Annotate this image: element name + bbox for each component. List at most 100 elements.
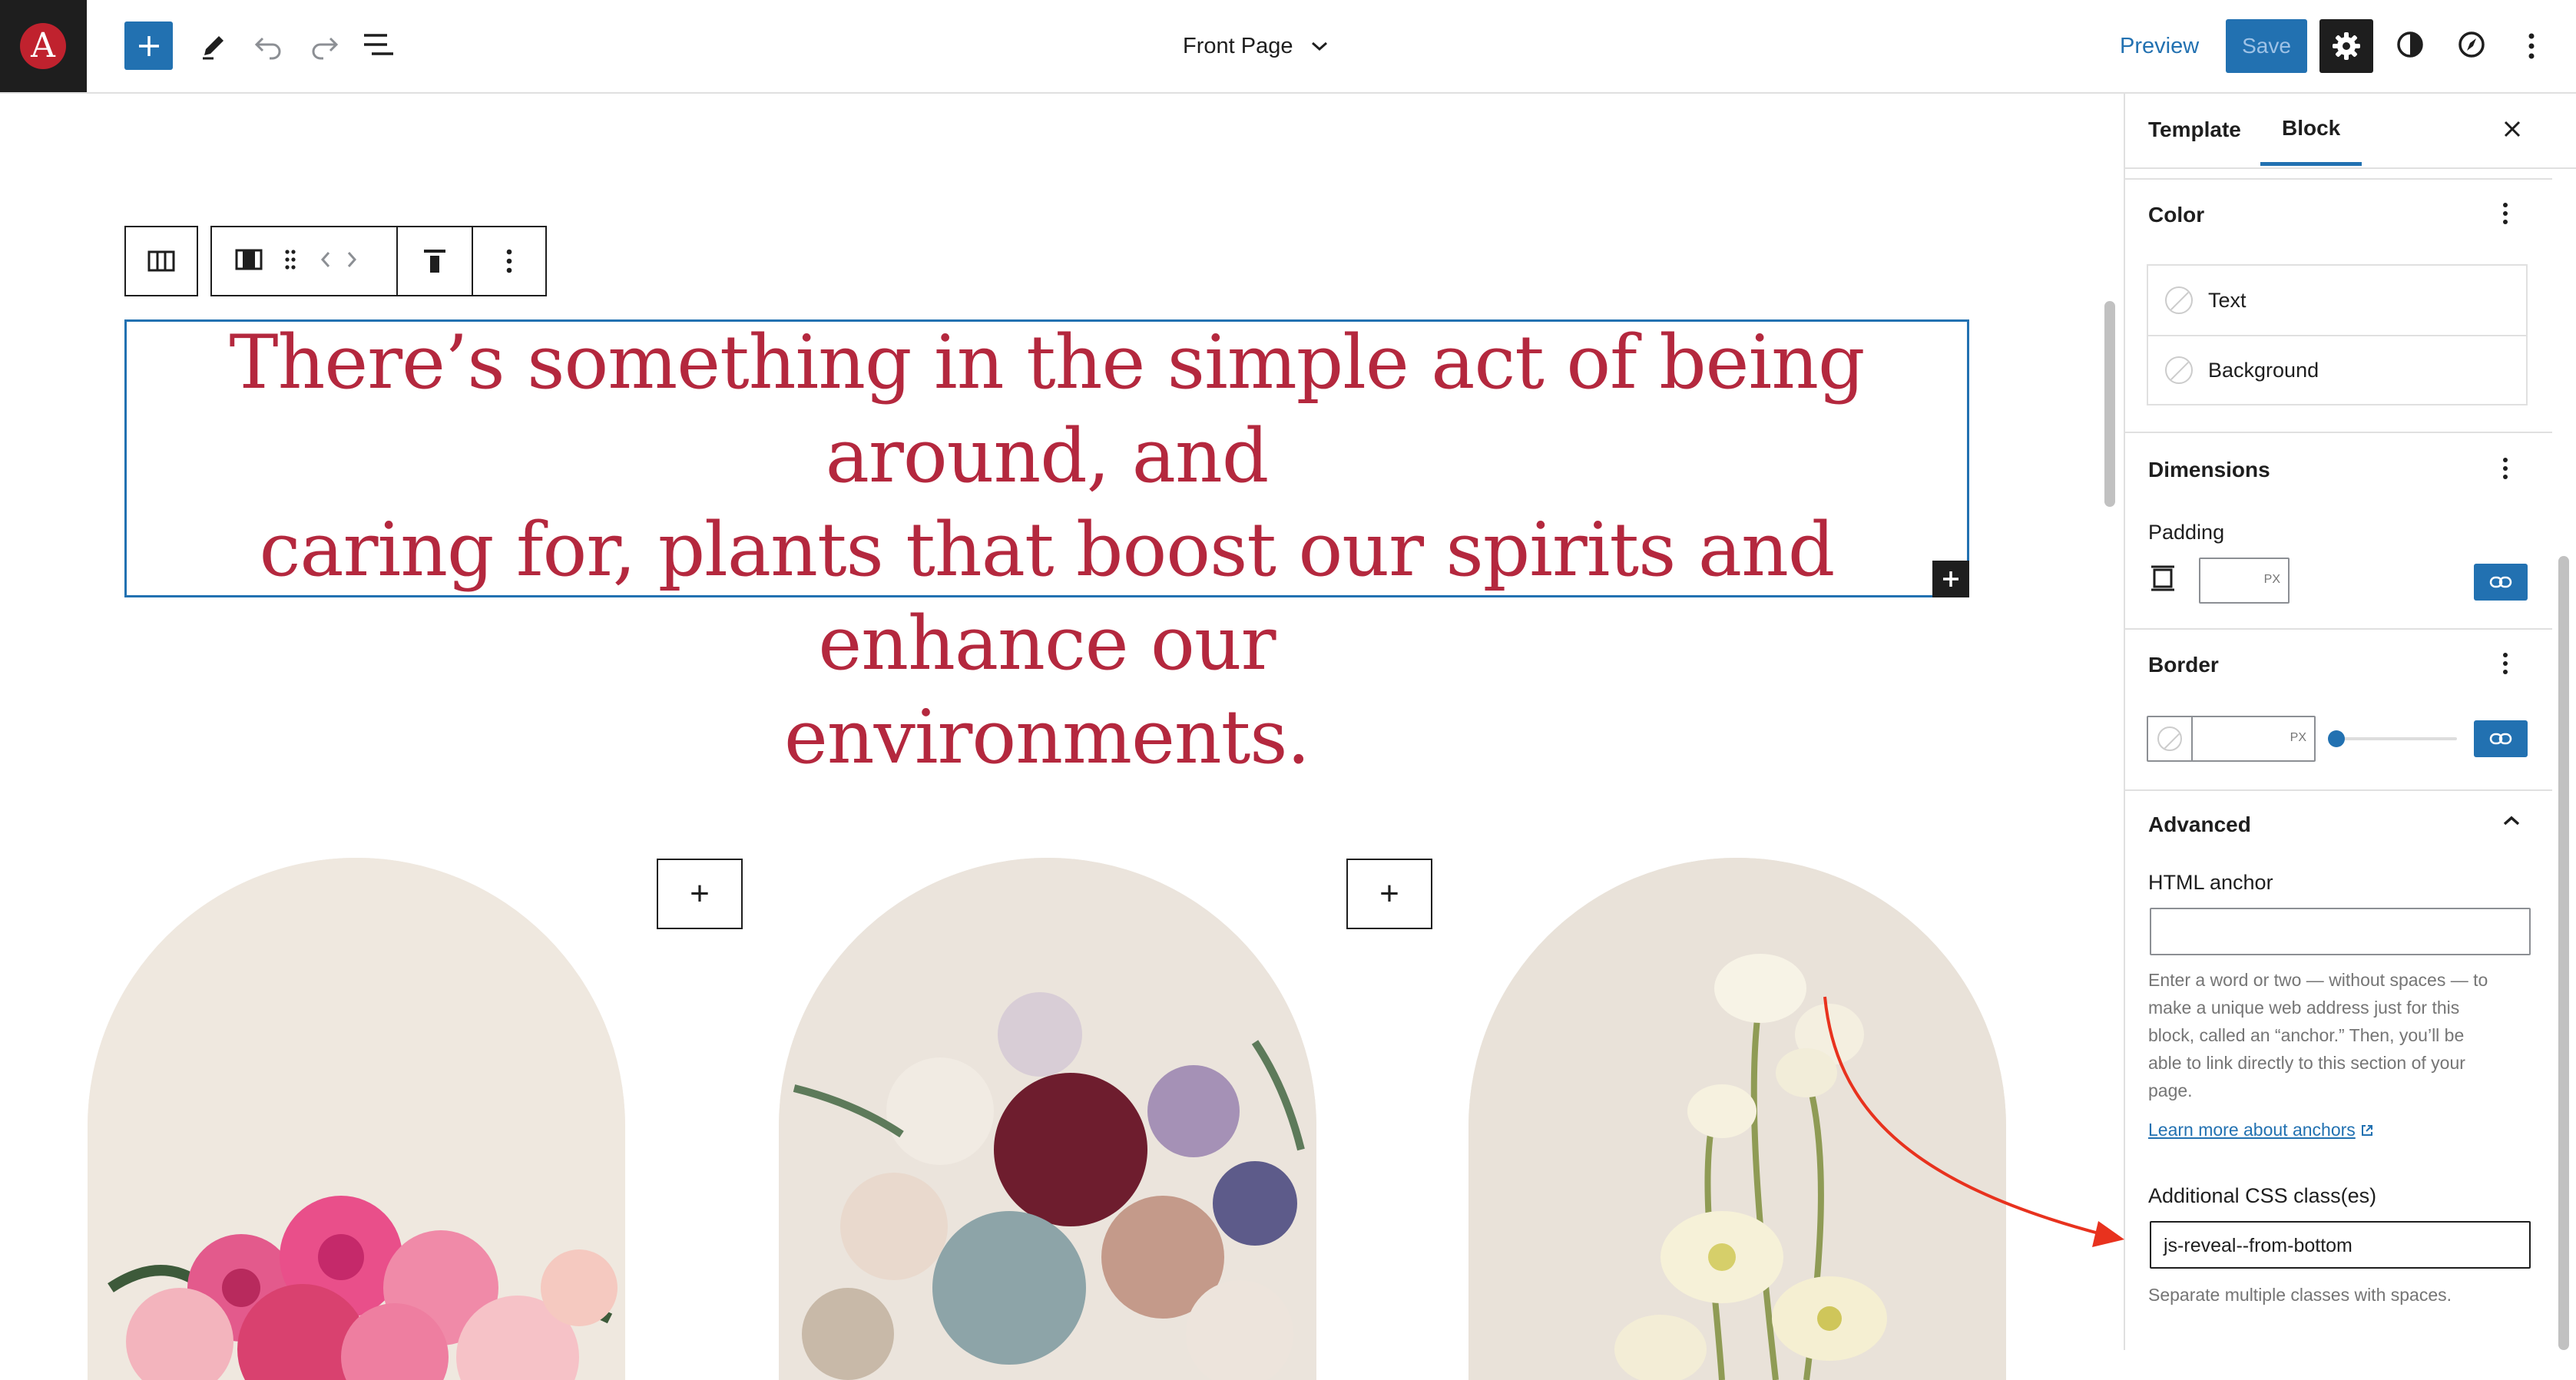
padding-link-button[interactable] xyxy=(2474,564,2528,601)
dimensions-options-button[interactable] xyxy=(2502,456,2509,485)
document-title: Front Page xyxy=(1183,33,1293,58)
empty-swatch-icon xyxy=(2157,726,2182,751)
css-class-help: Separate multiple classes with spaces. xyxy=(2148,1285,2452,1305)
border-radius-slider-thumb[interactable] xyxy=(2328,730,2345,747)
border-link-button[interactable] xyxy=(2474,720,2528,757)
html-anchor-input[interactable] xyxy=(2150,908,2531,955)
empty-swatch-icon xyxy=(2165,286,2193,314)
link-icon xyxy=(2489,576,2512,588)
color-panel-title: Color xyxy=(2148,203,2205,227)
border-unit: PX xyxy=(2290,731,2306,744)
padding-unit: PX xyxy=(2263,573,2280,586)
quick-inserter-button[interactable] xyxy=(1932,561,1969,597)
learn-more-anchors-link[interactable]: Learn more about anchors xyxy=(2148,1120,2374,1140)
advanced-panel-title[interactable]: Advanced xyxy=(2148,812,2251,837)
edit-tools-button[interactable] xyxy=(198,31,229,65)
color-options-button[interactable] xyxy=(2502,201,2509,230)
list-view-button[interactable] xyxy=(363,32,395,62)
border-radius-slider-track[interactable] xyxy=(2328,737,2457,740)
parent-block-button[interactable] xyxy=(124,226,198,296)
plus-icon xyxy=(1943,571,1958,587)
undo-button[interactable] xyxy=(253,32,284,64)
move-buttons[interactable] xyxy=(320,250,358,273)
canvas-scrollbar[interactable] xyxy=(2104,301,2115,507)
anchor-help-text: Enter a word or two — without spaces — t… xyxy=(2148,966,2540,1104)
redo-button[interactable] xyxy=(309,32,339,64)
quote-line: environments. xyxy=(783,694,1310,780)
color-item-text[interactable]: Text xyxy=(2147,264,2528,335)
chevron-up-icon xyxy=(2503,816,2520,826)
help-line: make a unique web address just for this xyxy=(2148,998,2460,1018)
move-arrows-icon xyxy=(320,251,357,267)
gear-icon xyxy=(2333,32,2360,60)
color-item-background[interactable]: Background xyxy=(2147,335,2528,405)
image-mixed-bouquet[interactable] xyxy=(779,858,1316,1380)
half-circle-icon xyxy=(2397,31,2423,58)
tab-block[interactable]: Block xyxy=(2260,94,2362,166)
help-line: able to link directly to this section of… xyxy=(2148,1053,2465,1073)
quote-text[interactable]: There’s something in the simple act of b… xyxy=(127,316,1967,784)
divider xyxy=(2125,432,2552,433)
selected-heading-block[interactable]: There’s something in the simple act of b… xyxy=(124,319,1969,780)
divider xyxy=(2125,789,2552,791)
color-item-label: Background xyxy=(2208,358,2319,382)
navigation-button[interactable] xyxy=(2456,29,2487,64)
annotation-arrow-icon xyxy=(1823,996,2124,1247)
options-button[interactable] xyxy=(2527,31,2536,65)
padding-input[interactable]: PX xyxy=(2199,558,2290,604)
border-width-control[interactable]: PX xyxy=(2147,716,2316,762)
css-class-input[interactable]: js-reveal--from-bottom xyxy=(2150,1221,2531,1269)
align-top-icon xyxy=(424,250,445,273)
redo-icon xyxy=(312,37,339,60)
more-vertical-icon xyxy=(2503,458,2508,479)
vertical-align-button[interactable] xyxy=(396,226,473,296)
block-options-button[interactable] xyxy=(472,226,547,296)
chevron-down-icon xyxy=(1312,41,1328,51)
close-sidebar-button[interactable] xyxy=(2502,118,2523,144)
drag-handle-icon xyxy=(285,249,296,270)
tab-template[interactable]: Template xyxy=(2148,94,2241,166)
box-sides-icon xyxy=(2151,565,2174,591)
more-vertical-icon xyxy=(2503,203,2508,224)
document-title-dropdown[interactable]: Front Page xyxy=(1183,28,1329,65)
settings-button[interactable] xyxy=(2319,19,2373,73)
block-type-button[interactable] xyxy=(235,249,263,274)
border-options-button[interactable] xyxy=(2502,651,2509,680)
flower-bouquet-image xyxy=(779,858,1316,1380)
save-button[interactable]: Save xyxy=(2226,19,2307,73)
styles-button[interactable] xyxy=(2395,29,2425,64)
add-column-button[interactable]: + xyxy=(657,859,743,929)
columns-icon xyxy=(147,250,175,272)
add-column-button[interactable]: + xyxy=(1346,859,1432,929)
block-toolbar xyxy=(124,226,547,299)
pen-icon xyxy=(203,36,223,60)
css-class-label: Additional CSS class(es) xyxy=(2148,1184,2377,1207)
plus-icon xyxy=(138,35,159,56)
preview-button[interactable]: Preview xyxy=(2120,22,2199,71)
divider xyxy=(2125,628,2552,630)
compass-icon xyxy=(2458,31,2485,58)
close-icon xyxy=(2504,121,2521,137)
flower-bouquet-image xyxy=(88,858,625,1380)
block-inserter-button[interactable] xyxy=(124,22,173,70)
border-panel-title: Border xyxy=(2148,653,2219,677)
block-type-group xyxy=(210,226,398,296)
css-class-value: js-reveal--from-bottom xyxy=(2164,1235,2353,1256)
color-item-label: Text xyxy=(2208,288,2247,312)
site-logo[interactable]: A xyxy=(0,0,87,92)
logo-icon: A xyxy=(20,23,66,69)
advanced-toggle-button[interactable] xyxy=(2502,814,2521,832)
help-line: Enter a word or two — without spaces — t… xyxy=(2148,970,2488,990)
drag-handle[interactable] xyxy=(284,248,296,275)
external-link-icon xyxy=(2361,1124,2372,1136)
padding-sides-icon xyxy=(2150,565,2176,595)
more-vertical-icon xyxy=(2528,33,2535,59)
quote-line: There’s something in the simple act of b… xyxy=(229,319,1866,499)
sidebar-scrollbar[interactable] xyxy=(2558,556,2569,1350)
editor-top-bar: A Front Page Preview Save xyxy=(0,0,2576,94)
border-color-button[interactable] xyxy=(2148,717,2193,760)
dimensions-panel-title: Dimensions xyxy=(2148,458,2270,482)
image-pink-roses[interactable] xyxy=(88,858,625,1380)
settings-sidebar: Template Block Color Text Background Dim… xyxy=(2124,94,2576,1350)
empty-swatch-icon xyxy=(2165,356,2193,384)
